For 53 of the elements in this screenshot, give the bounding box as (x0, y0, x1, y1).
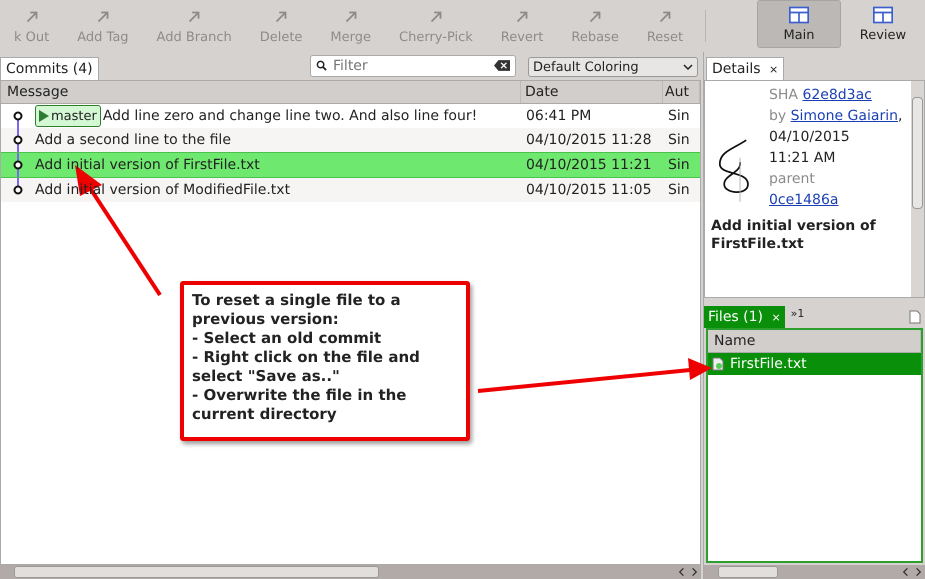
layout-icon (789, 6, 809, 24)
close-icon[interactable]: × (771, 311, 781, 324)
view-button[interactable]: Main (757, 0, 841, 48)
commit-date: 04/10/2015 (769, 128, 851, 147)
branch-label: master (35, 105, 101, 127)
commit-time: 11:21 AM (769, 149, 836, 168)
horizontal-scrollbar[interactable] (0, 565, 701, 579)
details-tab[interactable]: Details × (706, 57, 784, 80)
by-label: by (769, 108, 786, 124)
commit-row[interactable]: Add a second line to the file 04/10/2015 11:28 Sin (1, 128, 700, 152)
close-icon[interactable]: × (769, 63, 778, 76)
more-tabs-button[interactable]: »1 (790, 306, 804, 320)
layout-icon (873, 6, 893, 24)
parent-link[interactable]: 0ce1486a (769, 192, 838, 208)
commit-message: Add line zero and change line two. And also line four! (102, 108, 478, 124)
caret-icon (683, 64, 693, 70)
commit-date: 06:41 PM (525, 108, 592, 124)
commit-row[interactable]: Add initial version of FirstFile.txt 04/10/2015 11:21 Sin (1, 152, 700, 178)
commit-author: Sin (667, 108, 691, 124)
document-icon[interactable] (909, 310, 921, 324)
files-tab[interactable]: Files (1) × (704, 306, 785, 328)
scroll-arrows-icon[interactable] (901, 567, 923, 577)
commit-message: Add initial version of FirstFile.txt (35, 157, 260, 173)
column-header[interactable]: Date (521, 81, 663, 103)
vertical-scrollbar[interactable] (911, 81, 924, 297)
commit-date: 04/10/2015 11:28 (525, 132, 652, 148)
view-button[interactable]: Review (841, 0, 925, 48)
horizontal-scrollbar[interactable] (704, 565, 925, 579)
commit-author: Sin (667, 157, 691, 173)
commit-date: 04/10/2015 11:21 (525, 157, 652, 173)
scroll-arrows-icon[interactable] (677, 567, 699, 577)
author-link[interactable]: Simone Gaiarin (790, 108, 898, 124)
clear-icon[interactable] (494, 60, 510, 71)
file-row[interactable]: FirstFile.txt (708, 353, 921, 375)
sha-link[interactable]: 62e8d3ac (802, 87, 872, 103)
commit-title: Add initial version of FirstFile.txt (711, 217, 877, 253)
commit-date: 04/10/2015 11:05 (525, 182, 652, 198)
column-header[interactable]: Aut (663, 81, 700, 103)
added-file-icon (712, 357, 724, 371)
play-icon (39, 110, 49, 122)
annotation-callout: To reset a single file to a previous version: - Select an old commit - Right click on the file and select "Save as.." - Overwrite the file in the current directory (180, 281, 470, 441)
column-header[interactable]: Message (1, 81, 521, 103)
commit-author: Sin (667, 182, 691, 198)
search-icon (316, 60, 327, 71)
commits-tab[interactable]: Commits (4) (0, 57, 99, 80)
comma-text: , (898, 108, 902, 124)
commit-message: Add a second line to the file (35, 132, 231, 148)
commit-author: Sin (667, 132, 691, 148)
parent-label: parent (769, 170, 816, 189)
coloring-dropdown[interactable]: Default Coloring (528, 57, 698, 77)
filter-field[interactable]: Filter (310, 55, 516, 77)
sha-label: SHA (769, 87, 798, 103)
column-header[interactable]: Name (708, 330, 921, 353)
